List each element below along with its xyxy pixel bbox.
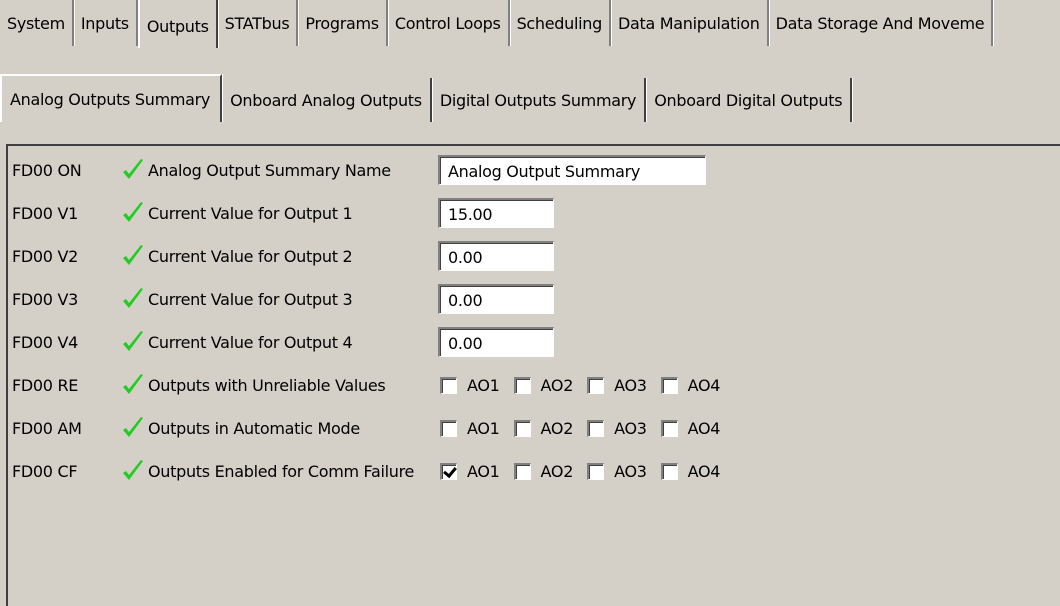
property-label: Outputs with Unreliable Values [148, 375, 386, 395]
checkbox-option[interactable]: AO3 [587, 462, 647, 481]
tab-onboard-analog-outputs[interactable]: Onboard Analog Outputs [222, 78, 432, 122]
checkbox[interactable] [513, 376, 531, 394]
checkbox-option[interactable]: AO4 [660, 375, 721, 395]
property-label: Current Value for Output 2 [148, 246, 353, 266]
checkbox-group-automatic: AO1 AO2 AO3 AO4 [440, 419, 734, 438]
checkbox-label: AO2 [540, 418, 574, 438]
checkbox-option[interactable]: AO2 [513, 461, 574, 481]
tab-digital-outputs-summary[interactable]: Digital Outputs Summary [432, 78, 647, 122]
property-code: FD00 ON [12, 160, 82, 180]
tab-data-manipulation[interactable]: Data Manipulation [611, 0, 769, 46]
checkbox[interactable] [587, 419, 605, 437]
sub-tab-bar: Analog Outputs Summary Onboard Analog Ou… [0, 74, 853, 122]
green-check-icon [123, 288, 143, 308]
checkbox-option[interactable]: AO1 [440, 376, 500, 395]
tab-statbus[interactable]: STATbus [218, 0, 299, 46]
checkbox-option[interactable]: AO4 [660, 461, 721, 481]
checkbox[interactable] [660, 376, 678, 394]
tab-analog-outputs-summary[interactable]: Analog Outputs Summary [0, 74, 223, 122]
checkbox-label: AO3 [614, 375, 647, 395]
field-output-2[interactable]: 0.00 [438, 241, 554, 271]
checkbox-label: AO3 [614, 418, 647, 438]
green-check-icon [123, 460, 143, 480]
checkbox-option[interactable]: AO1 [440, 419, 500, 438]
property-label: Outputs Enabled for Comm Failure [148, 461, 415, 481]
checkbox-label: AO1 [467, 461, 500, 481]
property-label: Current Value for Output 3 [148, 289, 353, 309]
checkbox-option[interactable]: AO1 [440, 462, 500, 481]
checkbox-label: AO4 [687, 461, 721, 481]
tab-programs[interactable]: Programs [298, 0, 388, 46]
property-code: FD00 CF [12, 461, 78, 481]
checkbox-label: AO1 [467, 375, 500, 395]
field-output-1[interactable]: 15.00 [438, 198, 554, 228]
green-check-icon [123, 331, 143, 351]
property-label: Current Value for Output 1 [148, 203, 353, 223]
checkbox[interactable] [440, 462, 457, 480]
green-check-icon [123, 202, 143, 222]
tab-data-storage[interactable]: Data Storage And Moveme [769, 0, 994, 46]
checkbox-option[interactable]: AO3 [587, 419, 647, 438]
checkbox-option[interactable]: AO3 [587, 376, 647, 395]
checkbox-group-unreliable: AO1 AO2 AO3 AO4 [440, 376, 734, 395]
checkbox-group-comm-failure: AO1 AO2 AO3 AO4 [440, 462, 734, 481]
green-check-icon [123, 374, 143, 394]
checkbox-label: AO2 [540, 375, 574, 395]
property-panel: FD00 ON Analog Output Summary Name Analog … [6, 144, 1060, 606]
tab-scheduling[interactable]: Scheduling [510, 0, 611, 46]
green-check-icon [123, 417, 143, 437]
checkbox[interactable] [660, 419, 678, 437]
property-code: FD00 RE [12, 375, 79, 395]
checkbox[interactable] [587, 462, 605, 480]
checkbox[interactable] [440, 376, 457, 394]
tab-onboard-digital-outputs[interactable]: Onboard Digital Outputs [646, 78, 853, 122]
field-name[interactable]: Analog Output Summary [438, 155, 706, 185]
checkbox-label: AO1 [467, 418, 500, 438]
checkbox[interactable] [513, 462, 531, 480]
property-label: Analog Output Summary Name [148, 160, 391, 180]
checkbox-label: AO4 [687, 375, 721, 395]
checkbox[interactable] [587, 376, 605, 394]
checkbox[interactable] [513, 419, 531, 437]
tab-control-loops[interactable]: Control Loops [388, 0, 510, 46]
checkbox-option[interactable]: AO2 [513, 418, 574, 438]
checkbox-option[interactable]: AO2 [513, 375, 574, 395]
checkbox[interactable] [660, 462, 678, 480]
property-code: FD00 V4 [12, 332, 78, 352]
property-label: Current Value for Output 4 [148, 332, 353, 352]
property-code: FD00 V1 [12, 203, 78, 223]
tab-system[interactable]: System [0, 0, 74, 46]
property-label: Outputs in Automatic Mode [148, 418, 360, 438]
green-check-icon [123, 245, 143, 265]
property-code: FD00 AM [12, 418, 82, 438]
tab-outputs[interactable]: Outputs [137, 0, 218, 48]
checkbox[interactable] [440, 419, 457, 437]
checkbox-option[interactable]: AO4 [660, 418, 721, 438]
checkbox-label: AO2 [540, 461, 574, 481]
green-check-icon [123, 159, 143, 179]
field-output-4[interactable]: 0.00 [438, 327, 554, 357]
property-code: FD00 V2 [12, 246, 78, 266]
checkbox-label: AO3 [614, 461, 647, 481]
field-output-3[interactable]: 0.00 [438, 284, 554, 314]
checkbox-label: AO4 [687, 418, 721, 438]
tab-inputs[interactable]: Inputs [74, 0, 138, 46]
main-tab-bar: System Inputs Outputs STATbus Programs C… [0, 0, 1060, 48]
property-code: FD00 V3 [12, 289, 78, 309]
